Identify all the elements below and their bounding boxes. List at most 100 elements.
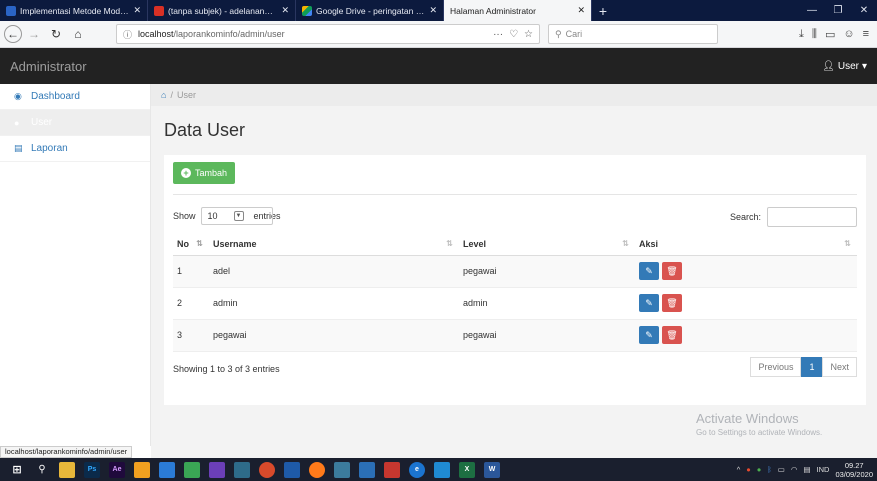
cell-actions: ✎ 🗑︎ <box>635 287 857 320</box>
column-header-level[interactable]: Level ⇅ <box>459 234 635 256</box>
entries-select-value: 10 <box>207 211 218 221</box>
chevron-up-icon[interactable]: ^ <box>737 465 741 474</box>
file-explorer-icon[interactable] <box>59 461 75 478</box>
bookmark-star-icon[interactable]: ☆ <box>524 29 533 40</box>
reload-icon[interactable]: ↻ <box>46 24 66 44</box>
notification-icon[interactable]: ▤ <box>803 465 810 474</box>
menu-icon[interactable]: ≡ <box>863 28 869 41</box>
status-link-preview: localhost/laporankominfo/admin/user <box>0 446 133 458</box>
library-icon[interactable]: ⫼ <box>812 28 817 41</box>
tray-app-icon[interactable]: ● <box>746 465 751 474</box>
search-icon[interactable]: ⚲ <box>34 462 50 478</box>
close-tab-icon[interactable]: ✕ <box>129 5 141 16</box>
add-button-label: Tambah <box>195 168 228 178</box>
drive-favicon-icon <box>302 5 312 16</box>
column-header-username[interactable]: Username ⇅ <box>209 234 459 256</box>
sidebar-item-label: User <box>31 117 53 128</box>
sort-icon: ⇅ <box>844 239 851 248</box>
vscode-icon[interactable] <box>434 461 450 478</box>
wifi-icon[interactable]: ◠ <box>791 465 798 474</box>
app-icon[interactable] <box>259 461 275 478</box>
search-placeholder: Cari <box>565 29 583 39</box>
user-menu[interactable]: 👤︎ User ▾ <box>822 61 867 72</box>
bluetooth-icon[interactable]: ᛒ <box>767 465 772 474</box>
sidebar-item-user[interactable]: ● User <box>0 110 150 136</box>
photoshop-icon[interactable]: Ps <box>84 461 100 478</box>
browser-search-bar[interactable]: ⚲ Cari <box>548 24 718 44</box>
page-actions-icon[interactable]: ··· <box>493 29 503 40</box>
download-icon[interactable]: ⤓ <box>799 28 804 41</box>
app-icon[interactable] <box>234 461 250 478</box>
app-brand[interactable]: Administrator <box>10 59 87 74</box>
sidebar-item-dashboard[interactable]: ◉ Dashboard <box>0 84 150 110</box>
edit-pencil-icon[interactable]: ✎ <box>639 326 659 344</box>
next-button[interactable]: Next <box>822 357 857 377</box>
table-row: 3 pegawai pegawai ✎ 🗑︎ <box>173 319 857 352</box>
sidebar-toggle-icon[interactable]: ▭ <box>825 28 835 41</box>
sort-icon: ⇅ <box>446 239 453 248</box>
table-header-row: No ⇅ Username ⇅ Level ⇅ Aksi ⇅ <box>173 234 857 256</box>
visual-studio-icon[interactable] <box>209 461 225 478</box>
close-tab-icon[interactable]: ✕ <box>425 5 437 16</box>
firefox-icon[interactable] <box>309 461 325 478</box>
app-icon[interactable] <box>134 461 150 478</box>
excel-icon[interactable]: X <box>459 461 475 478</box>
home-icon[interactable]: ⌂ <box>161 90 166 100</box>
cell-no: 1 <box>173 255 209 288</box>
pagination: Previous 1 Next <box>750 357 857 377</box>
app-icon[interactable] <box>359 461 375 478</box>
tray-app-icon[interactable]: ● <box>757 465 762 474</box>
system-tray: ^ ● ● ᛒ ▭ ◠ ▤ IND 09.27 03/09/2020 <box>737 461 877 479</box>
table-row: 1 adel pegawai ✎ 🗑︎ <box>173 255 857 288</box>
search-input[interactable] <box>767 207 857 227</box>
home-icon[interactable]: ⌂ <box>68 24 88 44</box>
delete-trash-icon[interactable]: 🗑︎ <box>662 262 682 280</box>
edge-icon[interactable]: e <box>409 461 425 478</box>
previous-button[interactable]: Previous <box>750 357 802 377</box>
page-info-icon[interactable]: ⓘ <box>123 28 132 41</box>
close-tab-icon[interactable]: ✕ <box>573 5 585 16</box>
app-icon[interactable] <box>384 461 400 478</box>
minimize-icon[interactable]: — <box>799 0 825 21</box>
column-header-no[interactable]: No ⇅ <box>173 234 209 256</box>
battery-icon[interactable]: ▭ <box>778 465 785 474</box>
maximize-icon[interactable]: ❐ <box>825 0 851 21</box>
delete-trash-icon[interactable]: 🗑︎ <box>662 294 682 312</box>
column-header-aksi[interactable]: Aksi ⇅ <box>635 234 857 256</box>
browser-tab-3[interactable]: Google Drive - peringatan pen ✕ <box>296 0 444 21</box>
word-icon[interactable]: W <box>484 461 500 478</box>
clock[interactable]: 09.27 03/09/2020 <box>835 461 873 479</box>
user-menu-label: User <box>837 60 859 72</box>
app-icon[interactable] <box>334 461 350 478</box>
app-icon[interactable] <box>284 461 300 478</box>
new-tab-icon[interactable]: + <box>592 0 614 21</box>
account-icon[interactable]: ☺ <box>843 28 854 41</box>
page-1-button[interactable]: 1 <box>801 357 823 377</box>
back-icon[interactable]: ← <box>4 25 22 43</box>
clock-time: 09.27 <box>844 460 864 470</box>
url-bar[interactable]: ⓘ localhost /laporankominfo/admin/user ·… <box>116 24 540 44</box>
close-tab-icon[interactable]: ✕ <box>277 5 289 16</box>
edit-pencil-icon[interactable]: ✎ <box>639 262 659 280</box>
app-icon[interactable] <box>184 461 200 478</box>
close-window-icon[interactable]: ✕ <box>851 0 877 21</box>
app-icon[interactable] <box>159 461 175 478</box>
edit-pencil-icon[interactable]: ✎ <box>639 294 659 312</box>
browser-tab-1[interactable]: Implementasi Metode Model V ✕ <box>0 0 148 21</box>
forward-icon[interactable]: → <box>24 24 44 44</box>
pocket-icon[interactable]: ♡ <box>509 29 518 40</box>
table-icon: ▤ <box>14 143 23 153</box>
tab-title: Implementasi Metode Model V <box>20 5 130 16</box>
add-user-button[interactable]: + Tambah <box>173 162 236 184</box>
table-search: Search: <box>730 207 857 227</box>
browser-tab-2[interactable]: (tanpa subjek) - adelananda07 ✕ <box>148 0 296 21</box>
windows-start-icon[interactable]: ⊞ <box>9 462 25 478</box>
delete-trash-icon[interactable]: 🗑︎ <box>662 326 682 344</box>
after-effects-icon[interactable]: Ae <box>109 461 125 478</box>
language-indicator[interactable]: IND <box>817 465 830 474</box>
caret-down-icon: ▾ <box>861 60 867 72</box>
browser-tab-4[interactable]: Halaman Administrator ✕ <box>444 0 592 21</box>
entries-select[interactable]: 10 ▼ <box>200 207 273 225</box>
sidebar-item-laporan[interactable]: ▤ Laporan <box>0 136 150 162</box>
breadcrumb: ⌂ / User <box>151 84 877 106</box>
